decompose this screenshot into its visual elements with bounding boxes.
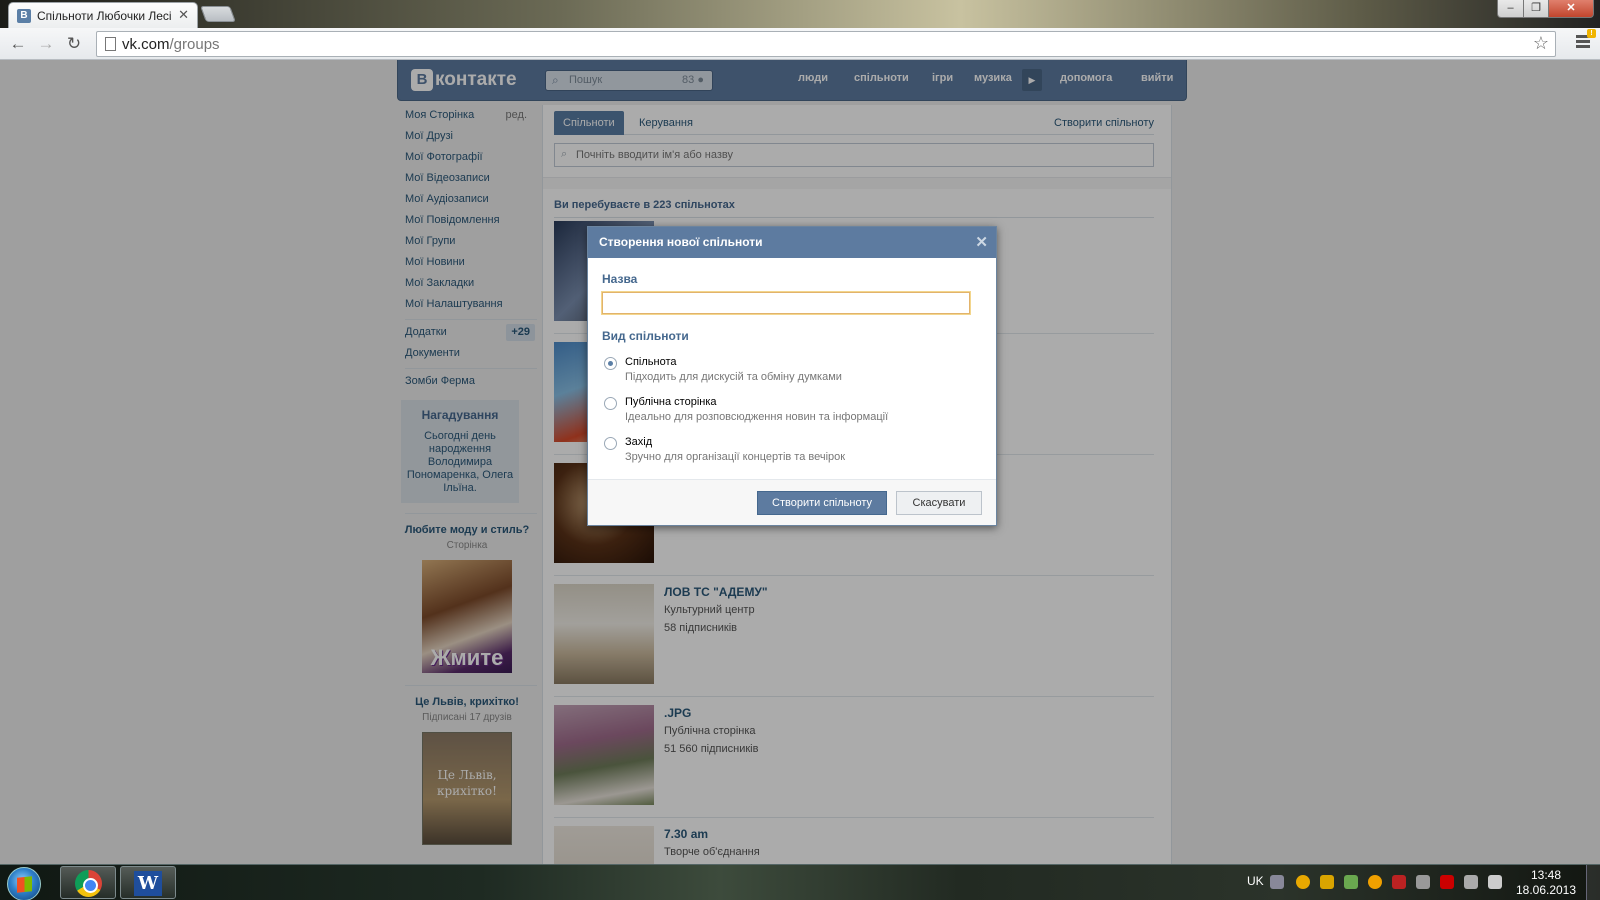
windows-logo-icon [17,876,32,893]
dialog-body: Назва Вид спільноти Спільнота Підходить … [588,258,996,463]
community-name-input[interactable] [602,292,970,314]
network-icon[interactable] [1464,875,1478,889]
keyboard-icon[interactable] [1270,875,1284,889]
vk-favicon-icon: В [17,9,31,23]
tab-title: Спільноти Любочки Лесі [37,9,172,23]
browser-toolbar: ← → ↻ vk.com/groups ☆ ! [0,28,1600,60]
volume-mute-icon[interactable] [1416,875,1430,889]
antivirus-icon[interactable] [1440,875,1454,889]
radio-selected-icon[interactable] [604,357,617,370]
window-close-button[interactable]: ✕ [1548,0,1594,18]
warning-icon[interactable] [1320,875,1334,889]
nvidia-icon[interactable] [1344,875,1358,889]
dialog-footer: Створити спільноту Скасувати [588,479,996,525]
update-icon[interactable] [1368,875,1382,889]
reload-icon[interactable]: ↻ [62,33,86,55]
radio-icon[interactable] [604,397,617,410]
url-text: vk.com/groups [122,36,220,53]
browser-titlebar: В Спільноти Любочки Лесі ✕ ‒ ❐ ✕ [0,0,1600,28]
radio-event[interactable]: Захід Зручно для організації концертів т… [602,436,982,463]
word-icon: W [134,871,162,896]
taskbar-chrome[interactable] [60,866,116,899]
browser-tab-active[interactable]: В Спільноти Любочки Лесі ✕ [8,2,198,28]
speaker-icon[interactable] [1488,875,1502,889]
start-button[interactable] [7,867,41,900]
kind-label: Вид спільноти [602,329,689,343]
show-desktop-button[interactable] [1586,865,1600,900]
close-icon[interactable]: ✕ [975,227,988,258]
new-tab-button[interactable] [200,6,236,22]
create-community-button[interactable]: Створити спільноту [757,491,887,515]
page-icon [105,37,116,51]
cancel-button[interactable]: Скасувати [896,491,982,515]
chrome-icon [75,870,102,897]
radio-community[interactable]: Спільнота Підходить для дискусій та обмі… [602,356,982,383]
flag-icon[interactable] [1392,875,1406,889]
radio-icon[interactable] [604,437,617,450]
window-minimize-button[interactable]: ‒ [1497,0,1524,18]
dialog-title: Створення нової спільноти [599,235,763,249]
chrome-menu-icon[interactable]: ! [1576,29,1596,50]
back-arrow-icon[interactable]: ← [6,33,30,55]
window-restore-button[interactable]: ❐ [1523,0,1549,18]
media-player-icon[interactable] [1296,875,1310,889]
name-label: Назва [602,272,638,286]
vk-page: Вконтакте ⌕ Пошук 83 ● люди спільноти іг… [0,60,1600,864]
tab-close-icon[interactable]: ✕ [178,7,189,23]
address-bar[interactable]: vk.com/groups ☆ [96,31,1556,57]
system-clock[interactable]: 13:48 18.06.2013 [1510,868,1582,898]
create-community-dialog: Створення нової спільноти ✕ Назва Вид сп… [587,226,997,526]
language-indicator[interactable]: UK [1247,874,1264,888]
taskbar: W UK 13:48 18.06.2013 [0,864,1600,900]
dialog-header: Створення нової спільноти ✕ [588,227,996,258]
forward-arrow-icon[interactable]: → [34,33,58,55]
taskbar-word[interactable]: W [120,866,176,899]
bookmark-star-icon[interactable]: ☆ [1533,33,1549,54]
radio-public-page[interactable]: Публічна сторінка Ідеально для розповсюд… [602,396,982,423]
